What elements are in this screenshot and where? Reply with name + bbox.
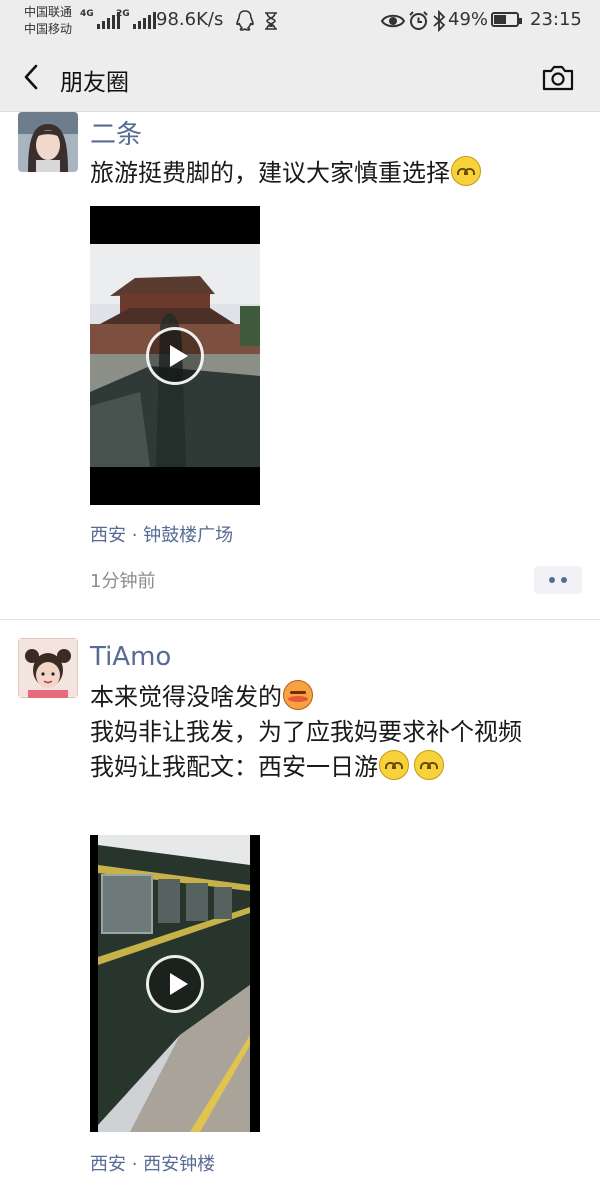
post-location[interactable]: 西安 · 西安钟楼	[90, 1150, 215, 1176]
carrier-2: 中国移动	[24, 22, 73, 36]
more-actions-button[interactable]	[534, 566, 582, 594]
avatar-image	[18, 638, 78, 698]
post-text: 旅游挺费脚的，建议大家慎重选择	[90, 156, 580, 191]
moment-post: 二条 旅游挺费脚的，建议大家慎重选择 西安 · 钟鼓楼广场 1分钟前	[0, 112, 600, 619]
qq-icon	[236, 10, 254, 31]
post-text-line-3: 我妈让我配文：西安一日游	[90, 753, 378, 781]
post-author[interactable]: 二条	[90, 114, 142, 151]
carrier-info: 中国联通 中国移动	[24, 4, 72, 38]
carrier-1: 中国联通	[24, 5, 73, 19]
divider	[0, 619, 600, 620]
net-speed: 98.6K/s	[156, 9, 224, 30]
post-author[interactable]: TiAmo	[90, 642, 171, 672]
avatar[interactable]	[18, 112, 78, 172]
page-title: 朋友圈	[60, 70, 129, 96]
signal-2-icon: 2G	[116, 9, 156, 29]
nav-bar: 朋友圈	[0, 44, 600, 112]
smile-emoji-icon	[451, 156, 481, 186]
network-type-2: 2G	[116, 9, 130, 19]
bluetooth-icon	[433, 10, 446, 32]
camera-icon[interactable]	[541, 64, 575, 92]
status-bar: 中国联通 中国移动 4G 2G 98.6K/s 49% 23:15	[0, 0, 600, 44]
play-icon[interactable]	[146, 326, 204, 385]
network-type-1: 4G	[80, 9, 94, 19]
avatar-image	[18, 112, 78, 172]
post-location[interactable]: 西安 · 钟鼓楼广场	[90, 521, 233, 547]
battery-percent: 49%	[448, 9, 489, 30]
post-text-line-1: 本来觉得没啥发的	[90, 683, 282, 711]
signal-1-icon: 4G	[80, 9, 120, 29]
post-text-line-2: 我妈非让我发，为了应我妈要求补个视频	[90, 718, 522, 746]
play-icon[interactable]	[146, 954, 204, 1013]
battery-icon	[491, 12, 522, 27]
alarm-icon	[409, 11, 428, 30]
video-thumbnail[interactable]	[90, 835, 260, 1132]
smile-emoji-icon	[379, 750, 409, 780]
eye-comfort-icon	[381, 14, 405, 28]
video-thumbnail[interactable]	[90, 206, 260, 505]
awkward-emoji-icon	[283, 680, 313, 710]
clock: 23:15	[530, 9, 582, 30]
post-text: 本来觉得没啥发的 我妈非让我发，为了应我妈要求补个视频 我妈让我配文：西安一日游	[90, 680, 580, 785]
back-arrow-icon[interactable]	[18, 60, 46, 94]
avatar[interactable]	[18, 638, 78, 698]
post-text-content: 旅游挺费脚的，建议大家慎重选择	[90, 159, 450, 187]
post-time: 1分钟前	[90, 571, 156, 592]
moment-post: TiAmo 本来觉得没啥发的 我妈非让我发，为了应我妈要求补个视频 我妈让我配文…	[0, 638, 600, 1200]
smile-emoji-icon	[414, 750, 444, 780]
hourglass-icon	[265, 12, 277, 30]
